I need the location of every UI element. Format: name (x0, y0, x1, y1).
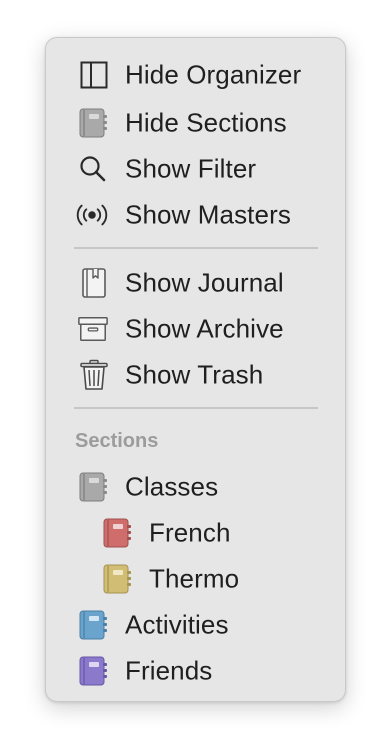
trash-icon (78, 359, 110, 391)
menu-item-show-filter[interactable]: Show Filter (46, 146, 345, 192)
menu-item-label: Show Archive (125, 313, 284, 344)
magnifier-icon (77, 153, 109, 185)
menu-item-hide-sections[interactable]: Hide Sections (46, 100, 345, 146)
menu-item-label: Hide Sections (125, 107, 287, 138)
notebook-icon (77, 471, 109, 503)
archive-box-icon (77, 313, 109, 345)
section-item-label: Classes (125, 471, 219, 502)
section-item-classes[interactable]: Classes (46, 464, 345, 510)
menu-item-show-trash[interactable]: Show Trash (46, 352, 345, 398)
section-item-label: French (149, 517, 231, 548)
menu-item-label: Show Filter (125, 153, 257, 184)
notebook-icon (77, 609, 109, 641)
notebook-icon (101, 517, 133, 549)
menu-item-label: Show Masters (125, 199, 291, 230)
menu-item-show-masters[interactable]: Show Masters (46, 192, 345, 238)
menu-item-label: Show Trash (125, 359, 264, 390)
menu-item-show-journal[interactable]: Show Journal (46, 260, 345, 306)
sidebar-icon (78, 59, 110, 91)
broadcast-icon (76, 199, 108, 231)
menu-item-label: Show Journal (125, 267, 284, 298)
section-item-label: Activities (125, 609, 229, 640)
notebook-icon (77, 107, 109, 139)
section-item-label: Friends (125, 655, 213, 686)
section-item-activities[interactable]: Activities (46, 602, 345, 648)
menu-separator (74, 247, 318, 249)
menu-item-label: Hide Organizer (125, 59, 302, 90)
section-item-friends[interactable]: Friends (46, 648, 345, 694)
section-item-french[interactable]: French (46, 510, 345, 556)
sections-header: Sections (75, 430, 159, 452)
notebook-icon (77, 655, 109, 687)
journal-icon (78, 267, 110, 299)
section-item-label: Thermo (149, 563, 240, 594)
section-item-thermo[interactable]: Thermo (46, 556, 345, 602)
context-menu: Hide Organizer Hide Sections Show Filter (45, 37, 346, 702)
menu-item-show-archive[interactable]: Show Archive (46, 306, 345, 352)
menu-separator (74, 407, 318, 409)
notebook-icon (101, 563, 133, 595)
menu-item-hide-organizer[interactable]: Hide Organizer (46, 52, 345, 98)
